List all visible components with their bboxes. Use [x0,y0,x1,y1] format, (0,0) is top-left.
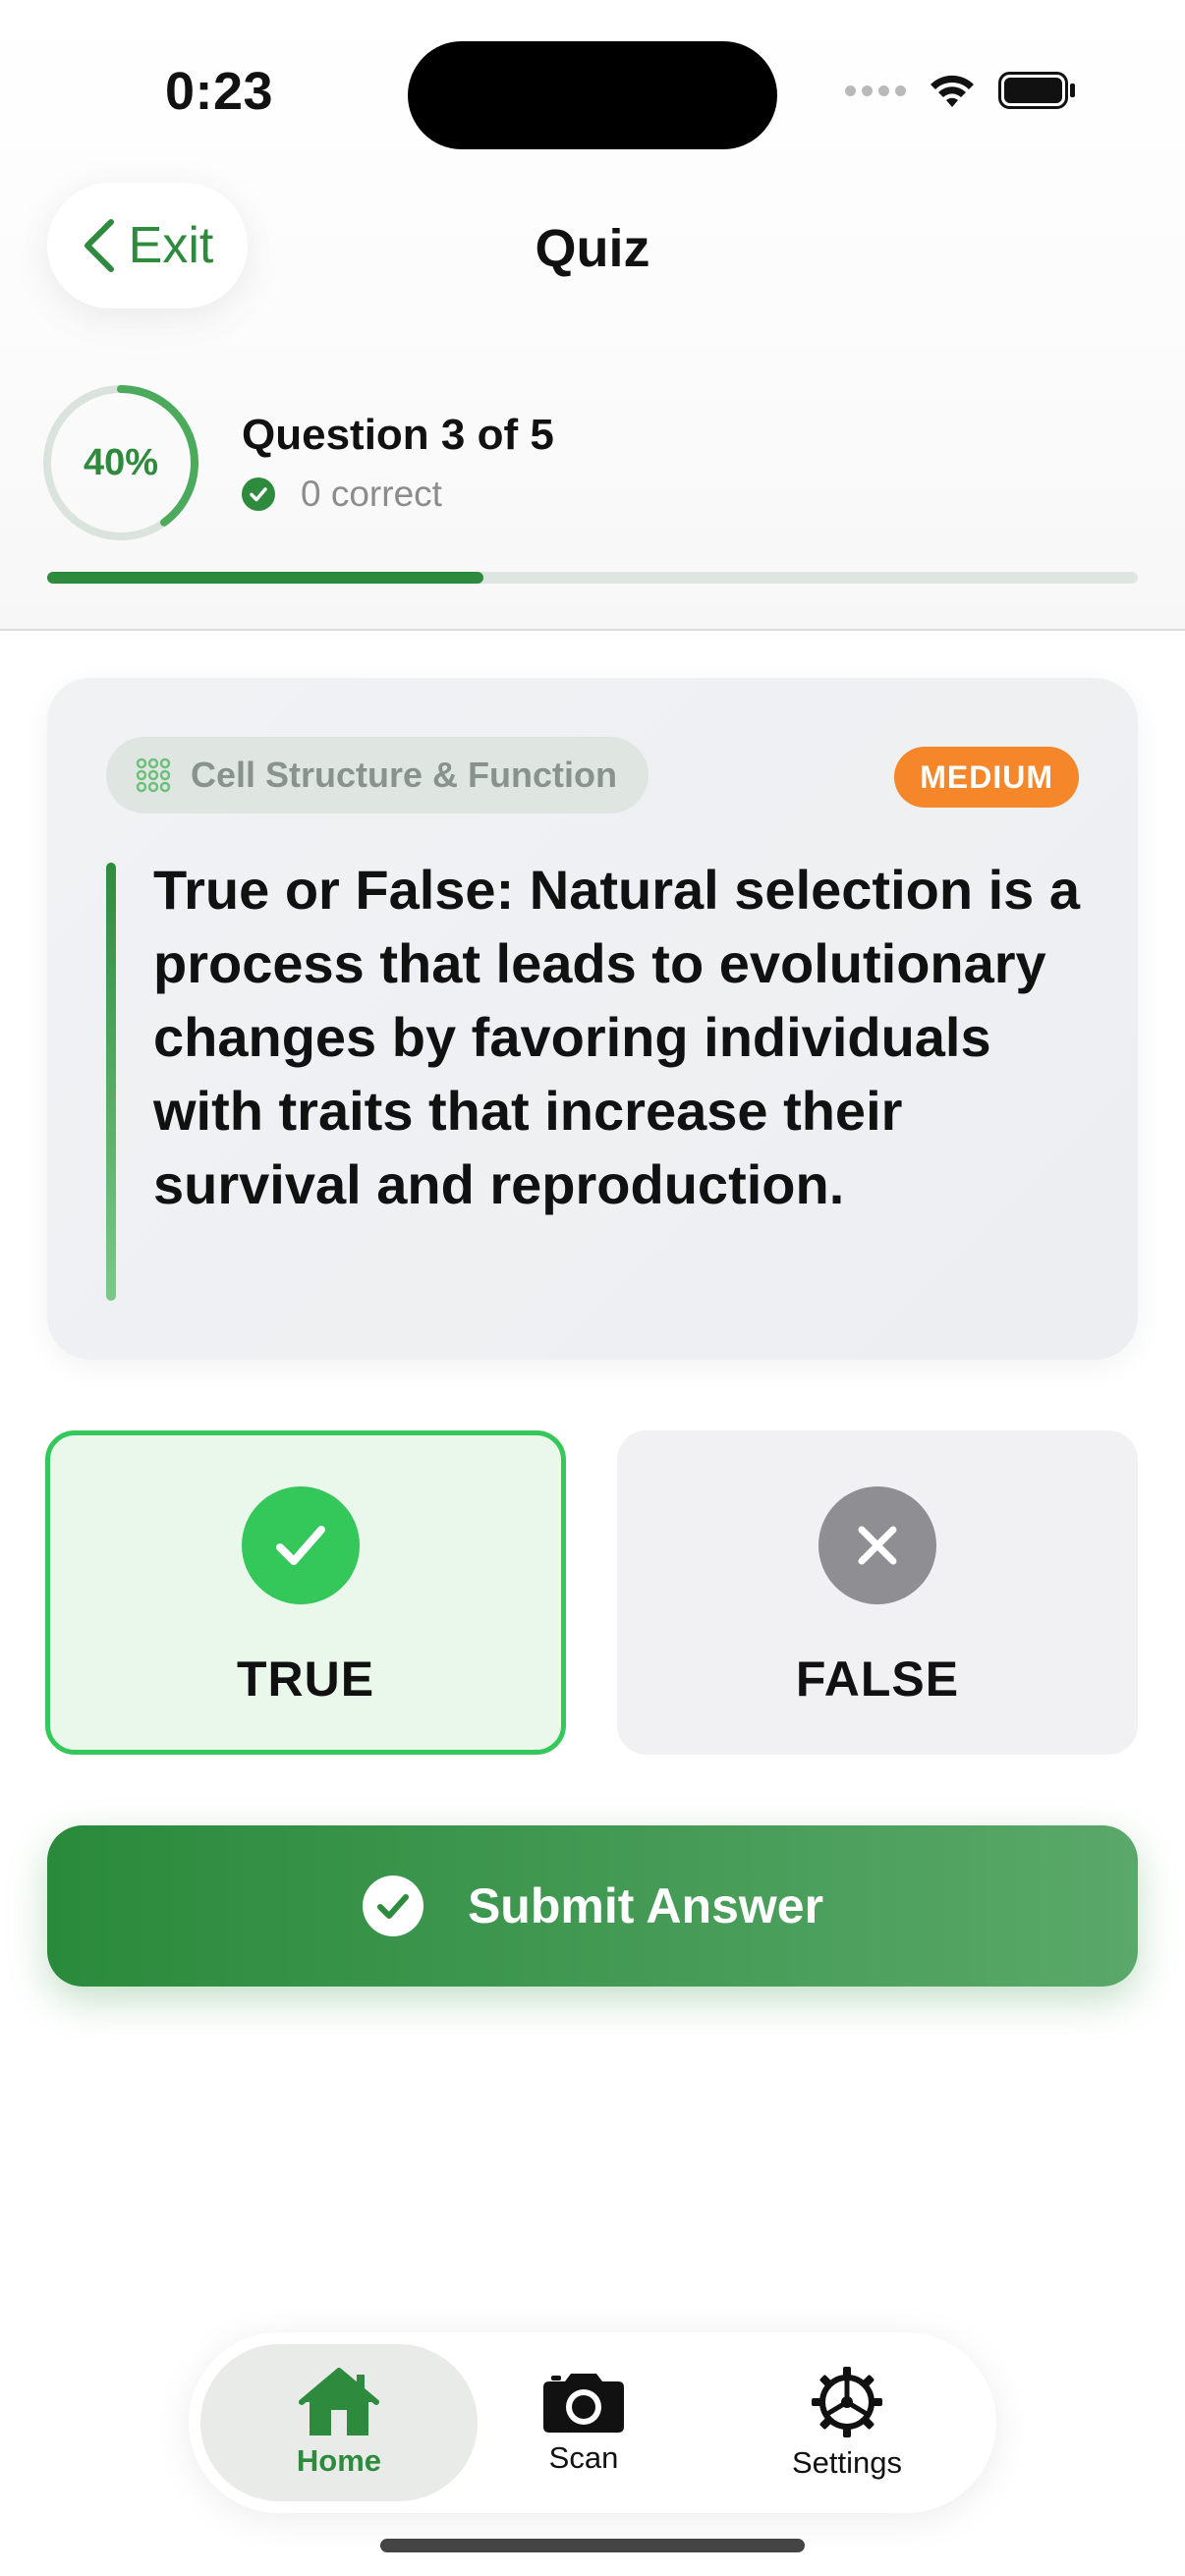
progress-percent: 40% [83,441,159,483]
submit-label: Submit Answer [467,1878,824,1933]
gear-icon [812,2367,882,2437]
header-divider [0,629,1185,631]
house-icon [299,2368,379,2436]
correct-count: 0 correct [242,474,442,515]
topic-label: Cell Structure & Function [191,755,618,795]
status-time: 0:23 [165,62,274,121]
answer-true-option[interactable]: TRUE [45,1430,566,1755]
difficulty-badge: MEDIUM [894,747,1079,808]
home-indicator [380,2539,805,2552]
progress-bar-fill [47,572,483,584]
checkmark-icon [242,1486,360,1604]
tab-home[interactable]: Home [200,2344,478,2501]
camera-icon [543,2374,624,2433]
tab-home-label: Home [296,2443,382,2478]
answer-false-option[interactable]: FALSE [617,1430,1138,1755]
checkmark-circle-icon [242,477,275,511]
tab-bar: Home Scan Settings [189,2332,996,2513]
answer-false-label: FALSE [795,1652,960,1707]
cellular-signal-icon [845,84,906,96]
progress-bar [47,572,1138,584]
x-mark-icon [818,1486,936,1604]
question-text: True or False: Natural selection is a pr… [153,859,1081,1215]
answer-true-label: TRUE [236,1652,375,1707]
question-card: Cell Structure & Function MEDIUM True or… [47,678,1138,1360]
page-title: Quiz [535,219,650,278]
quiz-screen: 0:23 Exit Quiz 40% Question 3 of 5 0 cor… [0,0,1185,2576]
tab-scan-label: Scan [548,2440,619,2475]
topic-chip: Cell Structure & Function [106,737,649,813]
status-icons [845,71,1077,110]
question-accent-bar [106,863,116,1301]
tab-settings-label: Settings [791,2445,902,2480]
question-counter: Question 3 of 5 [242,411,554,459]
grid-dots-icon [136,757,171,793]
dynamic-island [408,41,777,149]
battery-icon [998,72,1075,109]
submit-answer-button[interactable]: Submit Answer [47,1825,1138,1987]
correct-label: 0 correct [301,474,442,514]
wifi-icon [931,75,974,107]
tab-scan[interactable]: Scan [515,2344,652,2501]
tab-settings[interactable]: Settings [749,2344,945,2501]
checkmark-circle-icon [362,1876,423,1936]
